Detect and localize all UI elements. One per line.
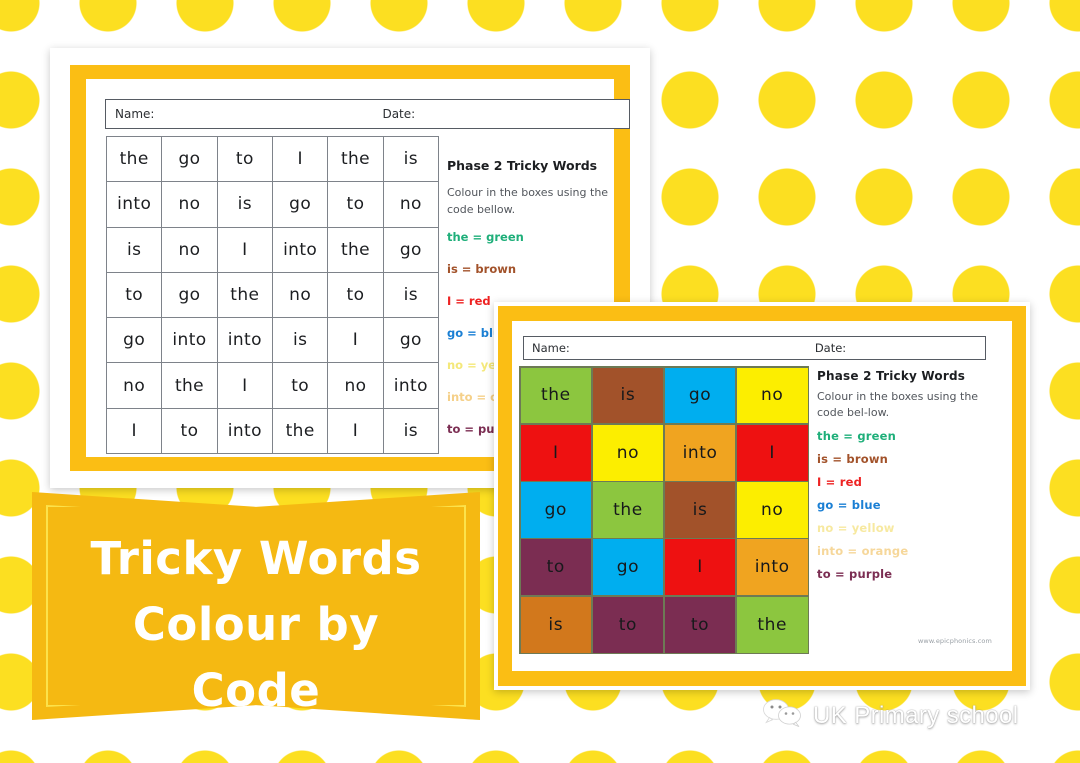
grid1-cell-r2-c1[interactable]: into xyxy=(107,182,163,228)
grid2-cell-r4-c2[interactable]: go xyxy=(592,539,664,596)
grid1-cell-r5-c4[interactable]: is xyxy=(272,318,329,364)
grid1-cell-r6-c3[interactable]: I xyxy=(217,363,273,409)
legend2-item-2: is = brown xyxy=(817,452,889,466)
grid1-cell-r1-c3[interactable]: to xyxy=(217,137,273,183)
worksheet-1-name-label: Name: xyxy=(115,107,155,121)
worksheet-1-date-label: Date: xyxy=(382,107,416,121)
grid1-cell-r6-c5[interactable]: no xyxy=(328,363,384,409)
grid1-cell-r3-c2[interactable]: no xyxy=(162,227,218,273)
grid1-cell-r3-c4[interactable]: into xyxy=(272,227,329,273)
legend2-item-6: into = orange xyxy=(817,544,909,558)
grid1-cell-r1-c5[interactable]: the xyxy=(328,137,384,183)
grid1-cell-r7-c4[interactable]: the xyxy=(272,408,329,454)
grid2-cell-r5-c2[interactable]: to xyxy=(592,596,664,653)
grid1-cell-r5-c6[interactable]: go xyxy=(383,318,439,364)
grid1-cell-r3-c1[interactable]: is xyxy=(107,227,163,273)
grid1-cell-r7-c1[interactable]: I xyxy=(107,408,163,454)
grid2-cell-r2-c2[interactable]: no xyxy=(592,424,664,481)
grid1-cell-r2-c6[interactable]: no xyxy=(383,182,439,228)
grid1-cell-r5-c3[interactable]: into xyxy=(217,318,273,364)
grid1-cell-r1-c2[interactable]: go xyxy=(162,137,218,183)
grid1-cell-r5-c1[interactable]: go xyxy=(107,318,163,364)
title-line-2: Colour by xyxy=(132,598,380,651)
worksheet-2-legend: Phase 2 Tricky Words Colour in the boxes… xyxy=(817,369,997,590)
grid2-cell-r2-c3[interactable]: into xyxy=(664,424,736,481)
grid1-cell-r7-c3[interactable]: into xyxy=(217,408,273,454)
legend2-item-5: no = yellow xyxy=(817,521,895,535)
title-line-3: Code xyxy=(191,664,321,717)
grid2-cell-r2-c4[interactable]: I xyxy=(736,424,808,481)
title-line-1: Tricky Words xyxy=(90,532,422,585)
grid2-cell-r3-c4[interactable]: no xyxy=(736,482,808,538)
grid2-cell-r3-c2[interactable]: the xyxy=(592,482,664,538)
grid1-cell-r3-c6[interactable]: go xyxy=(383,227,439,273)
wechat-icon xyxy=(762,698,804,733)
grid2-cell-r3-c3[interactable]: is xyxy=(664,482,736,538)
worksheet-2-colour-grid: the is go no Ino into Igo the is no to go Iinto is to t… xyxy=(519,366,809,654)
grid1-cell-r2-c2[interactable]: no xyxy=(162,182,218,228)
grid1-cell-r4-c2[interactable]: go xyxy=(162,272,218,319)
grid1-cell-r2-c3[interactable]: is xyxy=(217,182,273,228)
worksheet-2-legend-items: the = green is = brown I = red go = blue no … xyxy=(817,429,997,581)
title-banner-text: Tricky Words Colour by Code xyxy=(32,526,480,720)
brand-watermark: UK Primary school xyxy=(762,698,1019,733)
grid1-cell-r6-c6[interactable]: into xyxy=(383,363,439,409)
grid1-cell-r6-c2[interactable]: the xyxy=(162,363,218,409)
legend2-item-1: the = green xyxy=(817,429,897,443)
brand-label: UK Primary school xyxy=(813,701,1019,729)
grid1-cell-r5-c5[interactable]: I xyxy=(328,318,384,364)
worksheet-1-legend-title: Phase 2 Tricky Words xyxy=(447,158,598,173)
worksheet-2-watermark: www.epicphonics.com xyxy=(918,637,992,645)
legend1-item-2: is = brown xyxy=(447,262,517,276)
legend2-item-4: go = blue xyxy=(817,498,881,512)
title-banner: Tricky Words Colour by Code xyxy=(32,492,480,720)
grid2-cell-r5-c1[interactable]: is xyxy=(520,596,592,653)
worksheet-2-namebar[interactable]: Name: Date: xyxy=(523,336,986,360)
grid1-cell-r2-c4[interactable]: go xyxy=(272,182,329,228)
grid2-cell-r4-c4[interactable]: into xyxy=(736,539,808,596)
poster-canvas: Name: Date: the go to Ithe is into no is go to no i… xyxy=(0,0,1080,763)
grid1-cell-r7-c5[interactable]: I xyxy=(328,408,384,454)
grid1-cell-r5-c2[interactable]: into xyxy=(162,318,218,364)
grid1-cell-r7-c6[interactable]: is xyxy=(383,408,439,454)
worksheet-1-legend-description: Colour in the boxes using the code bello… xyxy=(447,186,609,216)
grid2-cell-r1-c4[interactable]: no xyxy=(736,367,808,424)
grid1-cell-r4-c6[interactable]: is xyxy=(383,272,439,319)
grid2-cell-r2-c1[interactable]: I xyxy=(520,424,592,481)
grid1-cell-r4-c5[interactable]: to xyxy=(328,272,384,319)
grid2-cell-r3-c1[interactable]: go xyxy=(520,482,592,538)
grid1-cell-r4-c3[interactable]: the xyxy=(217,272,273,319)
legend2-item-7: to = purple xyxy=(817,567,893,581)
worksheet-2-legend-title: Phase 2 Tricky Words xyxy=(817,369,966,383)
grid2-cell-r4-c3[interactable]: I xyxy=(664,539,736,596)
worksheet-1-word-grid: the go to Ithe is into no is go to no is no Iinto the g… xyxy=(106,136,439,454)
legend2-item-3: I = red xyxy=(817,475,863,489)
grid1-cell-r6-c1[interactable]: no xyxy=(107,363,163,409)
legend1-item-1: the = green xyxy=(447,230,524,244)
grid2-cell-r5-c4[interactable]: the xyxy=(736,596,808,653)
grid2-cell-r4-c1[interactable]: to xyxy=(520,539,592,596)
grid1-cell-r1-c1[interactable]: the xyxy=(107,137,163,183)
grid1-cell-r7-c2[interactable]: to xyxy=(162,408,218,454)
grid1-cell-r4-c1[interactable]: to xyxy=(107,272,163,319)
grid2-cell-r5-c3[interactable]: to xyxy=(664,596,736,653)
grid1-cell-r1-c6[interactable]: is xyxy=(383,137,439,183)
grid1-cell-r4-c4[interactable]: no xyxy=(272,272,329,319)
worksheet-2-date-label: Date: xyxy=(814,341,847,355)
grid2-cell-r1-c1[interactable]: the xyxy=(520,367,592,424)
worksheet-2-legend-description: Colour in the boxes using the code bel-l… xyxy=(817,390,979,419)
worksheet-1-namebar[interactable]: Name: Date: xyxy=(105,99,630,129)
grid2-cell-r1-c2[interactable]: is xyxy=(592,367,664,424)
grid1-cell-r3-c3[interactable]: I xyxy=(217,227,273,273)
grid2-cell-r1-c3[interactable]: go xyxy=(664,367,736,424)
worksheet-2-name-label: Name: xyxy=(532,341,570,355)
grid1-cell-r3-c5[interactable]: the xyxy=(328,227,384,273)
grid1-cell-r2-c5[interactable]: to xyxy=(328,182,384,228)
grid1-cell-r6-c4[interactable]: to xyxy=(272,363,329,409)
grid1-cell-r1-c4[interactable]: I xyxy=(272,137,329,183)
